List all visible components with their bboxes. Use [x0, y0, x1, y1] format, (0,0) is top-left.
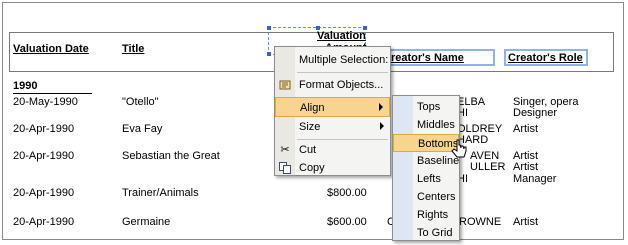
submenu-item-rights[interactable]: Rights: [393, 206, 459, 224]
resize-handle[interactable]: [363, 26, 367, 30]
row-role: Designer: [513, 107, 558, 119]
group-underline: [13, 93, 92, 94]
row-role: Artist: [513, 216, 539, 228]
submenu-item-label: To Grid: [417, 227, 453, 239]
menu-item-label: Size: [299, 121, 321, 133]
context-menu: Multiple Selection: Format Objects... Al…: [274, 46, 391, 176]
menu-item-label: Copy: [299, 162, 325, 174]
submenu-item-label: Middles: [417, 119, 455, 131]
align-submenu: Tops Middles Bottoms Baseline Lefts Cent…: [392, 95, 460, 241]
selected-creators-name-header[interactable]: reator's Name: [385, 49, 495, 66]
row-role: Artist: [513, 161, 539, 173]
row-date: 20-Apr-1990: [13, 123, 75, 135]
mouse-pointer-icon: [449, 138, 471, 167]
row-date: 20-May-1990: [13, 96, 78, 108]
menu-item-size[interactable]: Size: [275, 117, 390, 137]
submenu-item-centers[interactable]: Centers: [393, 188, 459, 206]
menu-separator: [297, 72, 388, 73]
column-header-title[interactable]: Title: [122, 43, 144, 55]
submenu-item-lefts[interactable]: Lefts: [393, 170, 459, 188]
resize-handle[interactable]: [316, 26, 320, 30]
row-amount: $800.00: [327, 187, 367, 199]
resize-handle[interactable]: [267, 26, 271, 30]
menu-item-label: Align: [300, 102, 325, 114]
menu-item-copy[interactable]: Copy: [275, 158, 390, 178]
resize-handle[interactable]: [267, 52, 271, 56]
submenu-item-label: Rights: [417, 209, 449, 221]
selected-creators-role-header[interactable]: Creator's Role: [504, 49, 588, 66]
row-title: Germaine: [122, 216, 171, 228]
menu-item-align[interactable]: Align: [275, 97, 390, 117]
copy-icon: [278, 161, 292, 175]
column-header-valuation-date[interactable]: Valuation Date: [13, 43, 89, 55]
format-icon: [278, 78, 292, 92]
row-amount: $600.00: [327, 216, 367, 228]
submenu-arrow-icon: [380, 122, 384, 130]
menu-item-cut[interactable]: ✂ Cut: [275, 140, 390, 160]
menu-item-multiple-selection: Multiple Selection:: [275, 50, 390, 70]
submenu-item-middles[interactable]: Middles: [393, 116, 459, 134]
row-date: 20-Apr-1990: [13, 216, 75, 228]
row-title: Sebastian the Great: [122, 150, 220, 162]
menu-item-label: Multiple Selection:: [299, 54, 389, 66]
row-title: Eva Fay: [122, 123, 163, 135]
row-name: ULLER: [470, 161, 506, 173]
submenu-item-tops[interactable]: Tops: [393, 98, 459, 116]
column-header-creators-role[interactable]: Creator's Role: [508, 52, 583, 64]
row-date: 20-Apr-1990: [13, 187, 75, 199]
row-title: Trainer/Animals: [122, 187, 199, 199]
row-date: 20-Apr-1990: [13, 150, 75, 162]
submenu-item-label: Centers: [417, 191, 456, 203]
group-year: 1990: [13, 80, 38, 92]
menu-item-label: Cut: [299, 144, 317, 156]
column-header-creators-name[interactable]: reator's Name: [391, 52, 464, 64]
submenu-item-label: Tops: [417, 101, 441, 113]
row-title: "Otello": [122, 96, 159, 108]
submenu-item-label: Lefts: [417, 173, 441, 185]
menu-item-format-objects[interactable]: Format Objects...: [275, 75, 390, 95]
submenu-item-to-grid[interactable]: To Grid: [393, 224, 459, 242]
row-name: ROWNE: [459, 216, 502, 228]
scissors-icon: ✂: [280, 144, 290, 156]
row-role: Artist: [513, 123, 539, 135]
menu-item-label: Format Objects...: [299, 79, 384, 91]
row-role: Manager: [513, 173, 557, 185]
submenu-arrow-icon: [379, 103, 383, 111]
